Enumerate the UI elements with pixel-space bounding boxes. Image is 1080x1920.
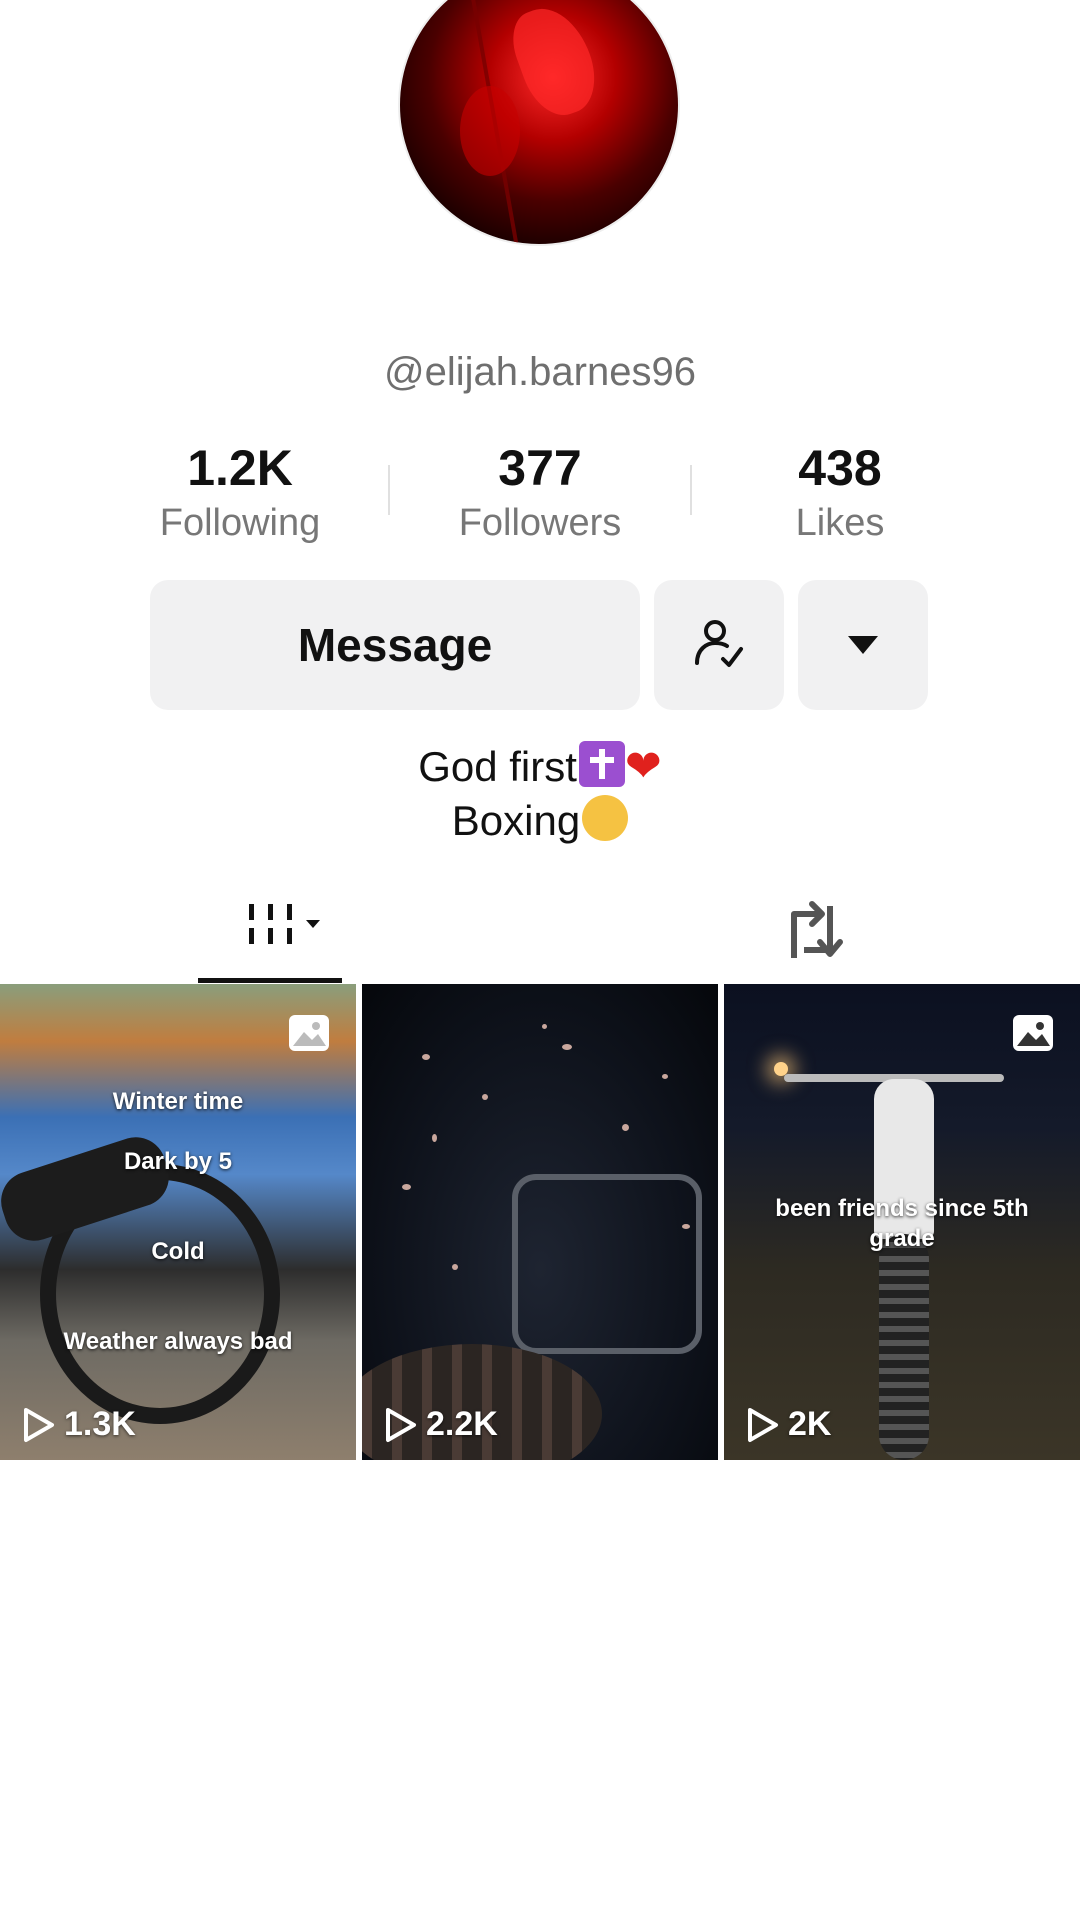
active-tab-indicator — [198, 978, 342, 983]
profile-actions: Message — [150, 580, 930, 710]
tire-image — [879, 1234, 929, 1460]
video-caption: Dark by 5 — [123, 1148, 233, 1175]
video-grid: Winter time Dark by 5 Cold Weather alway… — [0, 984, 1080, 1460]
view-count-text: 1.3K — [64, 1405, 136, 1443]
play-icon — [24, 1407, 54, 1442]
bio-line-1-text: God first — [418, 743, 577, 790]
likes-label: Likes — [795, 502, 885, 544]
following-count: 1.2K — [187, 440, 293, 496]
heart-emoji-icon: ❤ — [624, 742, 662, 791]
photo-icon — [1013, 1015, 1053, 1051]
grid-columns-icon — [249, 904, 320, 944]
view-count-text: 2K — [788, 1405, 832, 1443]
cross-emoji-icon — [578, 741, 625, 787]
photo-icon — [289, 1015, 329, 1051]
view-count-text: 2.2K — [426, 1405, 498, 1443]
bio-line-1: God first ❤ — [0, 740, 1080, 794]
profile-bio: God first ❤ Boxing — [0, 740, 1080, 848]
tab-reposts[interactable] — [740, 880, 884, 984]
view-count: 2.2K — [384, 1405, 498, 1444]
video-caption: Cold — [151, 1238, 205, 1265]
stat-followers[interactable]: 377 Followers — [420, 440, 660, 545]
stats-divider — [690, 465, 692, 515]
friends-button[interactable] — [654, 580, 784, 710]
likes-count: 438 — [798, 440, 882, 496]
video-tile[interactable]: Winter time Dark by 5 Cold Weather alway… — [0, 984, 356, 1460]
stats-divider — [388, 465, 390, 515]
caret-down-icon — [848, 636, 878, 654]
video-caption: been friends since 5th grade — [775, 1195, 1029, 1252]
bio-line-2: Boxing — [0, 794, 1080, 848]
video-tile[interactable]: been friends since 5th grade 2K — [724, 984, 1080, 1460]
message-button[interactable]: Message — [150, 580, 640, 710]
stat-likes[interactable]: 438 Likes — [720, 440, 960, 545]
username: @elijah.barnes96 — [384, 350, 696, 394]
stat-following[interactable]: 1.2K Following — [120, 440, 360, 545]
view-count: 2K — [746, 1405, 831, 1444]
video-caption: Weather always bad — [63, 1328, 293, 1355]
following-label: Following — [159, 502, 321, 544]
play-icon — [748, 1407, 778, 1442]
view-count: 1.3K — [22, 1405, 136, 1444]
fist-emoji-icon — [582, 795, 629, 841]
profile-avatar[interactable] — [398, 0, 680, 246]
more-options-button[interactable] — [798, 580, 928, 710]
tab-videos[interactable] — [198, 880, 342, 984]
fuel-door-image — [512, 1174, 702, 1354]
video-tile[interactable]: 2.2K — [362, 984, 718, 1460]
video-caption: Winter time — [112, 1088, 244, 1115]
play-icon — [386, 1407, 416, 1442]
stats-row: 1.2K Following 377 Followers 438 Likes — [0, 440, 1080, 550]
bio-line-2-text: Boxing — [451, 797, 581, 844]
followers-label: Followers — [458, 502, 622, 544]
repost-icon — [791, 901, 843, 958]
profile-tabs — [0, 880, 1080, 984]
person-check-icon — [695, 620, 743, 667]
followers-count: 377 — [498, 440, 582, 496]
